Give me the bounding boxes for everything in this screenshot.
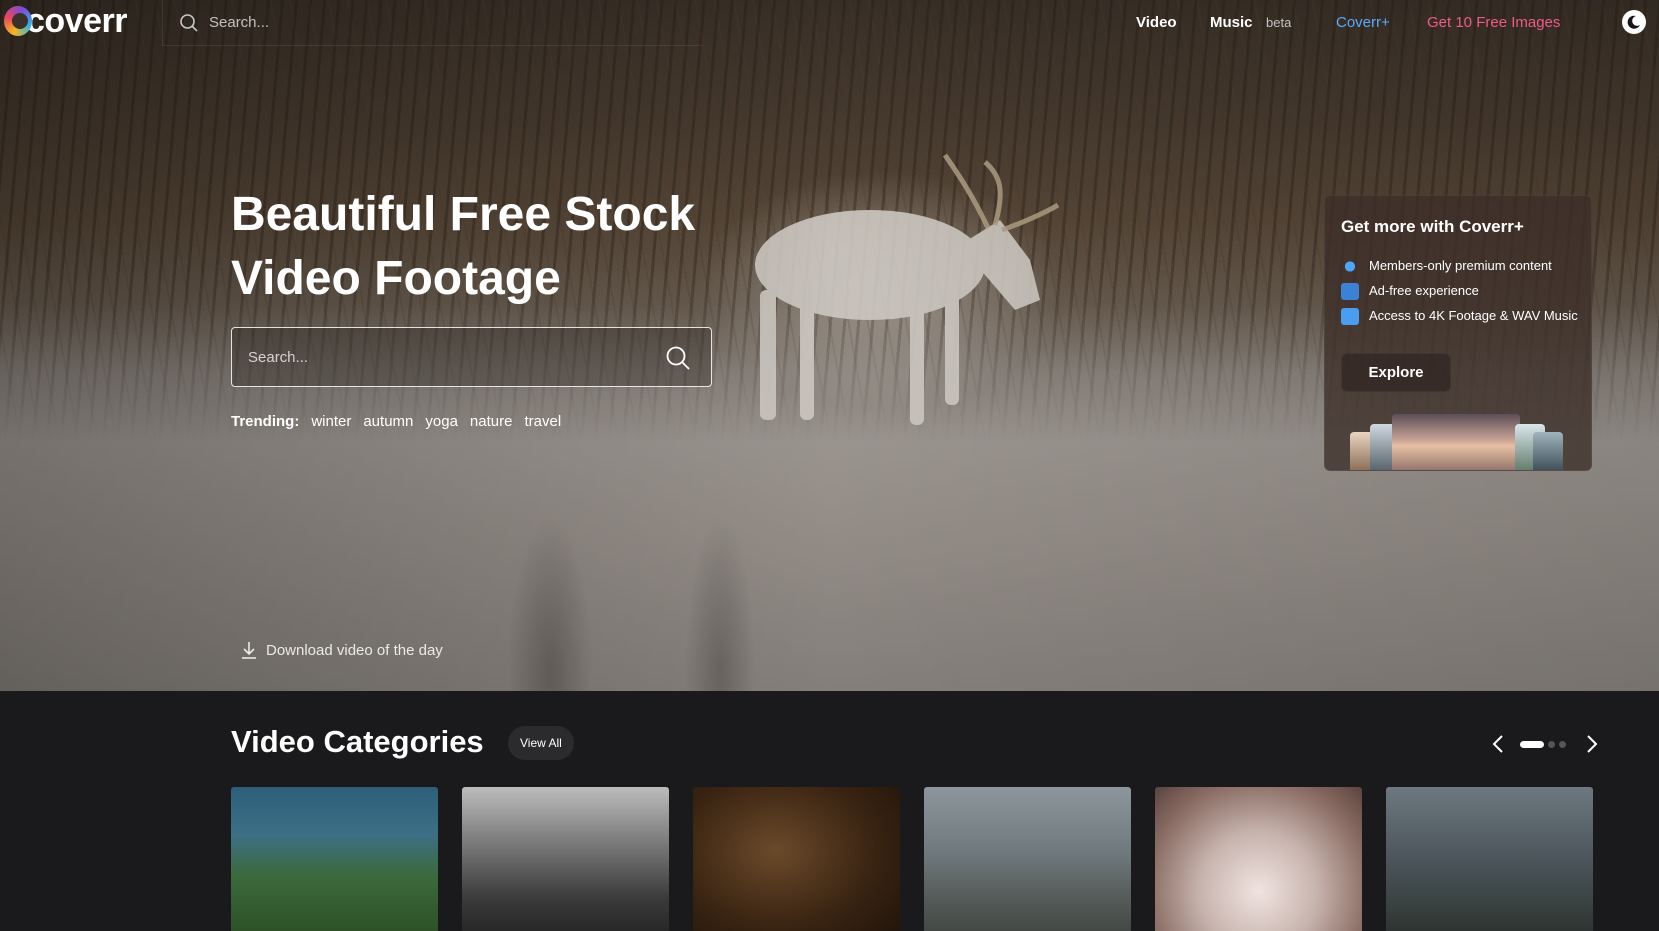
trending-tag[interactable]: travel — [524, 413, 561, 430]
promo-thumbnails — [1350, 414, 1570, 470]
explore-button[interactable]: Explore — [1341, 353, 1451, 392]
no-ads-icon — [1341, 283, 1359, 300]
next-arrow-icon[interactable] — [1582, 734, 1602, 754]
promo-thumbnail — [1392, 414, 1520, 470]
trending-tags: Trending: winter autumn yoga nature trav… — [231, 413, 573, 430]
4k-icon — [1341, 308, 1359, 325]
trending-tag[interactable]: nature — [470, 413, 513, 430]
coverr-logo[interactable]: coverr — [4, 2, 127, 40]
nav-link-free-images[interactable]: Get 10 Free Images — [1427, 14, 1560, 31]
category-card[interactable] — [1155, 787, 1362, 931]
video-categories-section: Video Categories View All — [0, 691, 1659, 931]
view-all-button[interactable]: View All — [508, 726, 574, 760]
star-badge-icon — [1341, 258, 1359, 275]
coverr-plus-promo-card: Get more with Coverr+ Members-only premi… — [1324, 195, 1592, 471]
trending-tag[interactable]: yoga — [425, 413, 458, 430]
category-card[interactable] — [924, 787, 1131, 931]
promo-benefit-text: Access to 4K Footage & WAV Music — [1369, 308, 1578, 323]
download-video-of-day-link[interactable]: Download video of the day — [240, 641, 443, 659]
promo-thumbnail — [1533, 432, 1563, 470]
trending-tag[interactable]: winter — [311, 413, 351, 430]
categories-pager — [1488, 734, 1602, 754]
download-video-of-day-label: Download video of the day — [266, 641, 443, 659]
hero-search-box[interactable] — [231, 327, 712, 387]
promo-benefit: Access to 4K Footage & WAV Music — [1341, 308, 1581, 325]
promo-benefit-text: Members-only premium content — [1369, 258, 1552, 273]
nav-link-music[interactable]: Music — [1210, 14, 1253, 31]
category-card[interactable] — [462, 787, 669, 931]
nav-link-video[interactable]: Video — [1136, 14, 1177, 31]
hero-headline: Beautiful Free Stock Video Footage — [231, 188, 696, 305]
pager-dot[interactable] — [1520, 740, 1544, 748]
logo-mark-icon — [4, 6, 32, 36]
hero-search-input[interactable] — [248, 348, 648, 366]
trending-tag[interactable]: autumn — [363, 413, 413, 430]
trending-label: Trending: — [231, 413, 300, 430]
category-cards — [231, 787, 1617, 931]
moon-icon — [1627, 15, 1640, 29]
nav-link-coverr-plus[interactable]: Coverr+ — [1336, 14, 1390, 31]
category-card[interactable] — [693, 787, 900, 931]
search-icon — [180, 13, 198, 32]
pager-dot[interactable] — [1548, 740, 1555, 748]
category-card[interactable] — [231, 787, 438, 931]
promo-benefits: Members-only premium content Ad-free exp… — [1341, 258, 1581, 333]
download-icon — [242, 642, 256, 659]
promo-benefit-text: Ad-free experience — [1369, 283, 1479, 298]
theme-toggle-button[interactable] — [1622, 10, 1646, 34]
promo-benefit: Ad-free experience — [1341, 283, 1581, 300]
logo-text: coverr — [26, 2, 127, 40]
promo-title: Get more with Coverr+ — [1341, 217, 1524, 236]
music-beta-badge: beta — [1266, 15, 1292, 30]
pager-dots — [1520, 740, 1570, 748]
search-icon[interactable] — [665, 345, 691, 371]
promo-benefit: Members-only premium content — [1341, 258, 1581, 275]
top-nav: coverr Search... Video Music beta Coverr… — [0, 0, 1659, 46]
nav-search[interactable]: Search... — [162, 0, 702, 46]
prev-arrow-icon[interactable] — [1488, 734, 1508, 754]
video-categories-title: Video Categories — [231, 724, 484, 759]
pager-dot[interactable] — [1559, 740, 1566, 748]
category-card[interactable] — [1386, 787, 1593, 931]
nav-search-placeholder: Search... — [209, 14, 270, 31]
